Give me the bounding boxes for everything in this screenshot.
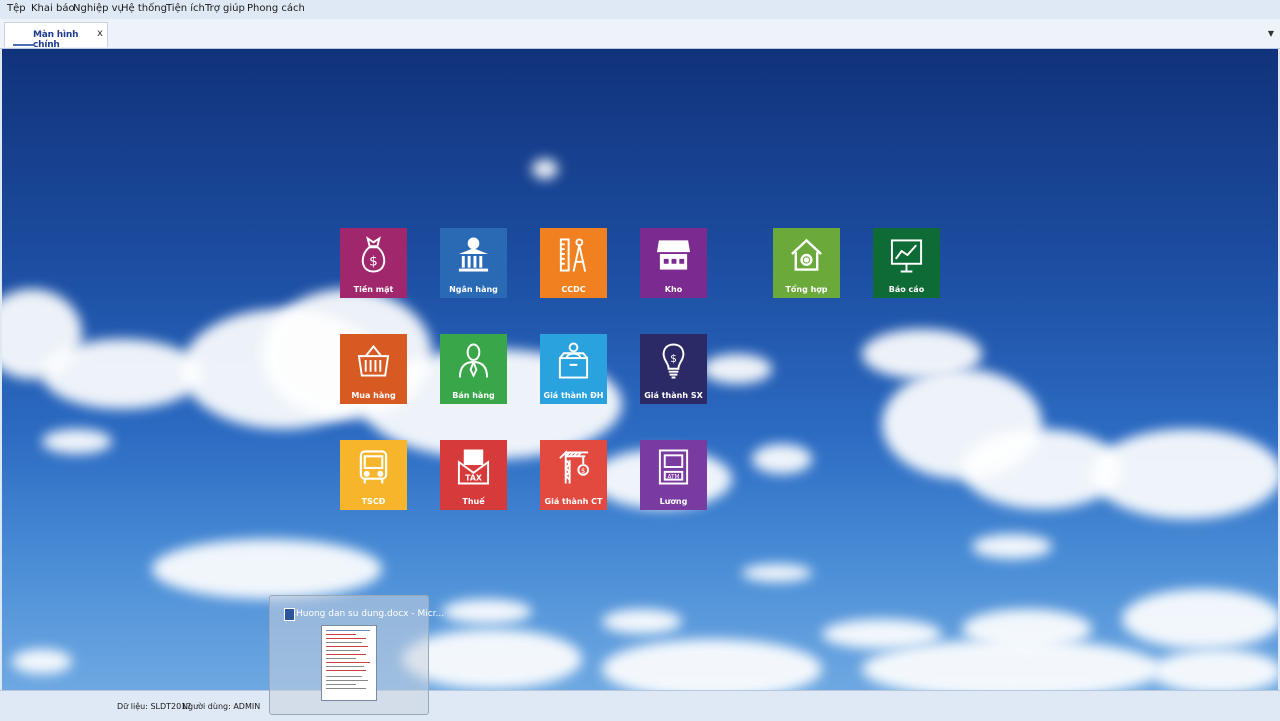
menu-style[interactable]: Phong cách	[247, 3, 305, 14]
salesman-icon	[458, 343, 489, 378]
tile-order-costing[interactable]: Giá thành ĐH	[540, 334, 607, 404]
tile-label: Lương	[659, 497, 688, 506]
tile-payroll[interactable]: ATM Lương	[640, 440, 707, 510]
tile-label: Mua hàng	[351, 391, 396, 400]
tile-tools[interactable]: CCDC	[540, 228, 607, 298]
menu-file[interactable]: Tệp	[7, 3, 26, 14]
svg-text:$: $	[369, 254, 378, 270]
main-desktop: $ Tiền mặt Ngân hàng CCDC Kho Tổng hợp B…	[2, 49, 1278, 690]
menu-declaration[interactable]: Khai báo	[31, 3, 75, 14]
crane-icon: $	[559, 450, 590, 484]
tab-list-dropdown-icon[interactable]: ▼	[1268, 29, 1274, 38]
lightbulb-icon: $	[662, 343, 685, 379]
tax-envelope-icon: TAX	[457, 449, 490, 485]
tile-label: Giá thành CT	[544, 497, 603, 506]
menu-system[interactable]: Hệ thống	[121, 3, 167, 14]
tile-label: Giá thành SX	[644, 391, 703, 400]
tile-label: CCDC	[561, 285, 586, 294]
svg-text:TAX: TAX	[465, 474, 482, 483]
tile-summary[interactable]: Tổng hợp	[773, 228, 840, 298]
tile-reports[interactable]: Báo cáo	[873, 228, 940, 298]
tile-bank[interactable]: Ngân hàng	[440, 228, 507, 298]
basket-icon	[357, 344, 390, 377]
word-document-icon	[284, 608, 295, 621]
tile-sales[interactable]: Bán hàng	[440, 334, 507, 404]
tile-production-costing[interactable]: $ Giá thành SX	[640, 334, 707, 404]
tile-project-costing[interactable]: $ Giá thành CT	[540, 440, 607, 510]
menu-utilities[interactable]: Tiện ích	[166, 3, 205, 14]
document-thumbnail	[321, 625, 377, 701]
atm-icon: ATM	[658, 449, 689, 485]
status-database: Dữ liệu: SLDT2017	[117, 702, 192, 711]
tab-bar: Màn hình chính x ▼	[0, 19, 1280, 50]
tab-close-icon[interactable]: x	[97, 28, 103, 39]
tab-active-indicator	[13, 44, 35, 46]
chart-board-icon	[890, 239, 923, 273]
tile-label: Kho	[664, 285, 683, 294]
tile-label: Giá thành ĐH	[543, 391, 604, 400]
status-bar: Dữ liệu: SLDT2017 Người dùng: ADMIN	[0, 690, 1280, 721]
tile-label: Thuế	[462, 497, 485, 506]
menu-help[interactable]: Trợ giúp	[205, 3, 245, 14]
tile-purchasing[interactable]: Mua hàng	[340, 334, 407, 404]
tile-label: Bán hàng	[452, 391, 495, 400]
tile-fixed-assets[interactable]: TSCĐ	[340, 440, 407, 510]
tile-label: Ngân hàng	[449, 285, 498, 294]
status-user: Người dùng: ADMIN	[182, 702, 261, 711]
tile-warehouse[interactable]: Kho	[640, 228, 707, 298]
tools-icon	[559, 238, 587, 272]
vehicle-icon	[359, 450, 388, 484]
tile-label: Báo cáo	[888, 285, 925, 294]
taskbar-window-preview[interactable]: Huong dan su dung.docx - Micr...	[269, 595, 444, 715]
menu-bar: Tệp Khai báo Nghiệp vụ Hệ thống Tiện ích…	[0, 0, 1280, 19]
preview-title: Huong dan su dung.docx - Micr...	[296, 609, 445, 619]
store-icon	[656, 240, 691, 270]
money-bag-icon: $	[361, 236, 386, 273]
tile-tax[interactable]: TAX Thuế	[440, 440, 507, 510]
tab-main-screen[interactable]: Màn hình chính x	[4, 22, 108, 50]
svg-text:$: $	[581, 467, 585, 475]
svg-text:$: $	[670, 352, 677, 365]
tile-cash[interactable]: $ Tiền mặt	[340, 228, 407, 298]
box-person-icon	[558, 342, 589, 379]
tab-label: Màn hình chính	[33, 30, 79, 50]
house-gear-icon	[791, 238, 822, 271]
tile-label: TSCĐ	[361, 497, 386, 506]
tile-label: Tổng hợp	[785, 285, 828, 294]
menu-operations[interactable]: Nghiệp vụ	[73, 3, 124, 14]
tile-label: Tiền mặt	[353, 285, 394, 294]
svg-text:ATM: ATM	[667, 475, 679, 481]
bank-icon	[458, 237, 489, 272]
